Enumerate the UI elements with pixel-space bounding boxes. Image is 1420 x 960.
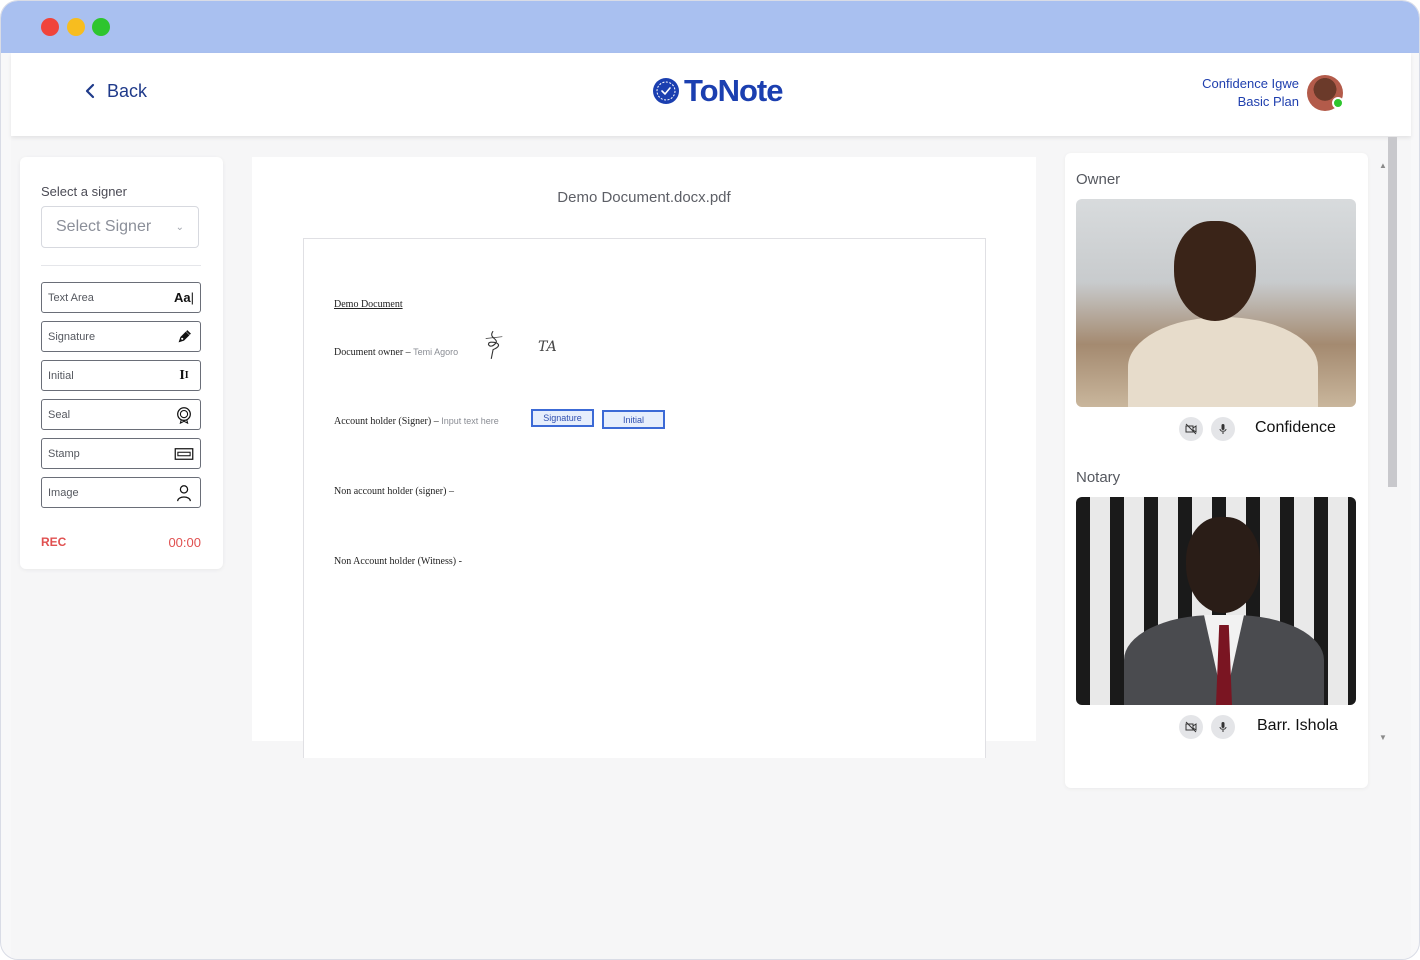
tool-label: Stamp	[48, 447, 80, 460]
owner-mic-button[interactable]	[1211, 417, 1235, 441]
tool-label: Initial	[48, 369, 74, 382]
top-header: Back ToNote Confidence Igwe Basic Plan	[11, 53, 1411, 136]
notary-participant-name: Barr. Ishola	[1257, 717, 1338, 734]
select-signer-value: Select Signer	[56, 218, 152, 235]
user-icon	[174, 483, 194, 503]
video-call-panel: Owner Confidence Notary Barr. Ishola	[1065, 153, 1368, 788]
chevron-left-icon	[85, 83, 95, 99]
user-plan: Basic Plan	[1237, 94, 1299, 109]
non-account-signer-line: Non account holder (signer) –	[334, 486, 454, 497]
owner-participant-name: Confidence	[1255, 419, 1336, 436]
tool-stamp[interactable]: Stamp	[41, 438, 201, 469]
select-signer-label: Select a signer	[41, 184, 127, 199]
document-page: Demo Document Document owner – Temi Agor…	[303, 238, 986, 758]
rec-indicator: REC	[41, 535, 67, 549]
tool-initial[interactable]: Initial II	[41, 360, 201, 391]
notary-camera-off-button[interactable]	[1179, 715, 1203, 739]
camera-off-icon	[1185, 423, 1197, 435]
scroll-up-arrow-icon[interactable]: ▲	[1379, 161, 1387, 170]
non-account-witness-line: Non Account holder (Witness) -	[334, 556, 462, 567]
notary-video[interactable]	[1076, 497, 1356, 705]
initial-icon: II	[179, 367, 189, 383]
notary-mic-button[interactable]	[1211, 715, 1235, 739]
rec-timer: 00:00	[168, 535, 201, 550]
stamp-icon	[174, 444, 194, 464]
initial-field[interactable]: Initial	[602, 410, 665, 429]
tool-label: Text Area	[48, 291, 94, 304]
online-status-dot	[1332, 97, 1344, 109]
account-holder-line: Account holder (Signer) – Input text her…	[334, 416, 499, 427]
close-window-button[interactable]	[41, 18, 59, 36]
chevron-down-icon: ⌄	[175, 221, 184, 233]
owner-camera-off-button[interactable]	[1179, 417, 1203, 441]
owner-name: Temi Agoro	[413, 347, 459, 357]
owner-video-figure-body	[1128, 317, 1318, 407]
video-panel-scrollbar[interactable]: ▲ ▼	[1379, 137, 1397, 742]
owner-initials[interactable]: TA	[538, 339, 557, 355]
owner-role-label: Owner	[1076, 171, 1121, 188]
document-heading: Demo Document	[334, 299, 403, 310]
tool-label: Signature	[48, 330, 96, 343]
app-window: Back ToNote Confidence Igwe Basic Plan S…	[0, 0, 1420, 960]
tool-signature[interactable]: Signature	[41, 321, 201, 352]
window-titlebar	[1, 1, 1419, 53]
owner-line-label: Document owner –	[334, 347, 414, 358]
camera-off-icon	[1185, 721, 1197, 733]
divider	[41, 265, 201, 266]
document-filename: Demo Document.docx.pdf	[557, 189, 731, 206]
notary-role-label: Notary	[1076, 469, 1121, 486]
pen-icon	[174, 327, 194, 347]
owner-video[interactable]	[1076, 199, 1356, 407]
scroll-down-arrow-icon[interactable]: ▼	[1379, 733, 1387, 742]
user-info: Confidence Igwe Basic Plan	[1202, 75, 1299, 111]
tool-image[interactable]: Image	[41, 477, 201, 508]
minimize-window-button[interactable]	[67, 18, 85, 36]
logo-badge-icon	[653, 78, 679, 104]
back-button[interactable]: Back	[83, 79, 147, 103]
maximize-window-button[interactable]	[92, 18, 110, 36]
text-area-icon: Aa |	[174, 290, 195, 305]
tools-panel: Select a signer Select Signer ⌄ Text Are…	[20, 157, 223, 569]
tool-label: Seal	[48, 408, 71, 421]
tool-text-area[interactable]: Text Area Aa |	[41, 282, 201, 313]
scrollbar-thumb[interactable]	[1388, 137, 1397, 487]
owner-video-figure-head	[1174, 221, 1256, 321]
seal-icon	[174, 405, 194, 425]
user-name: Confidence Igwe	[1202, 76, 1299, 91]
back-label: Back	[107, 80, 148, 101]
account-holder-label: Account holder (Signer) –	[334, 416, 442, 427]
document-panel: Demo Document.docx.pdf Demo Document Doc…	[252, 157, 1036, 758]
microphone-icon	[1219, 722, 1227, 732]
tool-label: Image	[48, 486, 79, 499]
select-signer-dropdown[interactable]: Select Signer ⌄	[41, 206, 199, 248]
tonote-logo[interactable]: ToNote	[652, 73, 783, 109]
logo-text: ToNote	[684, 73, 783, 108]
document-owner-line: Document owner – Temi Agoro	[334, 347, 458, 358]
tool-seal[interactable]: Seal	[41, 399, 201, 430]
notary-video-figure-head	[1186, 517, 1260, 613]
microphone-icon	[1219, 424, 1227, 434]
user-menu[interactable]: Confidence Igwe Basic Plan	[1202, 75, 1344, 111]
avatar[interactable]	[1307, 75, 1344, 111]
signature-field[interactable]: Signature	[531, 409, 594, 427]
app-frame: Back ToNote Confidence Igwe Basic Plan S…	[11, 53, 1411, 959]
account-holder-input[interactable]: Input text here	[441, 416, 499, 426]
owner-signature-image[interactable]	[482, 329, 506, 367]
